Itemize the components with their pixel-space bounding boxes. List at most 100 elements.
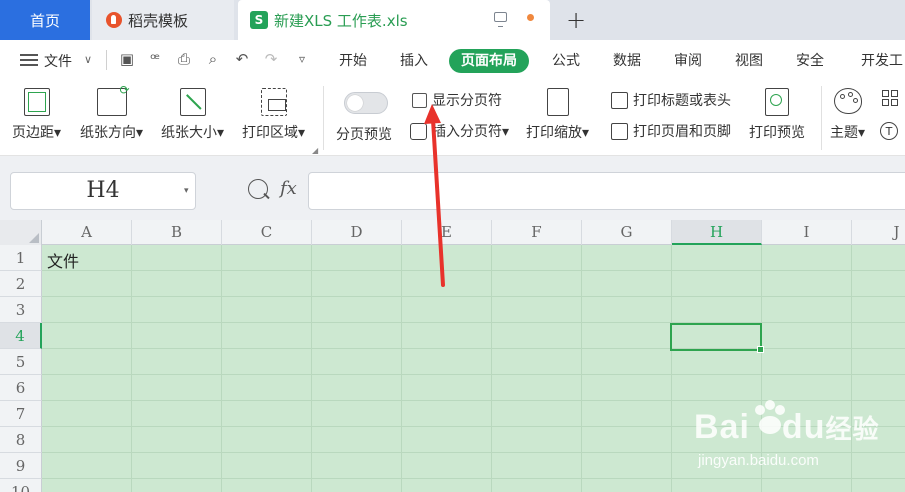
baidu-watermark-logo: Bai du经验 [694, 408, 880, 446]
menu-tab-formulas[interactable]: 公式 [552, 49, 580, 73]
orientation-icon: ⟳ [96, 83, 130, 116]
tab-status-icons [494, 12, 534, 27]
grid-line [42, 296, 905, 297]
row-header-1[interactable]: 1 [0, 245, 42, 271]
monitor-icon[interactable] [494, 12, 507, 27]
select-all-corner[interactable] [0, 220, 42, 245]
theme-label: 主题▾ [830, 125, 866, 141]
row-header-6[interactable]: 6 [0, 375, 42, 401]
column-header-g[interactable]: G [582, 220, 672, 245]
column-header-c[interactable]: C [222, 220, 312, 245]
insert-function-button[interactable]: fx [280, 178, 297, 199]
undo-icon[interactable]: ↶ [233, 50, 251, 68]
colors-grid-icon[interactable] [882, 90, 898, 106]
menu-tab-page-layout[interactable]: 页面布局 [449, 49, 529, 73]
row-header-3[interactable]: 3 [0, 297, 42, 323]
menu-tab-insert[interactable]: 插入 [400, 49, 428, 73]
menu-tab-security[interactable]: 安全 [796, 49, 824, 73]
column-header-h[interactable]: H [672, 220, 762, 245]
page-break-preview-label: 分页预览 [336, 127, 392, 143]
format-painter-icon[interactable]: ꟹ [146, 50, 164, 68]
orientation-button[interactable]: ⟳ 纸张方向▾ [80, 83, 143, 142]
name-box[interactable]: H4 [10, 172, 196, 210]
hamburger-menu-icon[interactable] [20, 54, 38, 66]
print-scaling-button[interactable]: 打印缩放▾ [526, 88, 589, 142]
grid-line [311, 245, 312, 492]
row-header-7[interactable]: 7 [0, 401, 42, 427]
menu-tab-data[interactable]: 数据 [613, 49, 641, 73]
print-titles-icon [611, 91, 628, 109]
header-footer-button[interactable]: 打印页眉和页脚 [611, 121, 731, 141]
spreadsheet-file-icon: S [250, 11, 268, 29]
ribbon-divider [821, 86, 822, 150]
column-header-f[interactable]: F [492, 220, 582, 245]
menu-file[interactable]: 文件 [44, 51, 72, 71]
print-area-button[interactable]: 打印区域▾ [242, 88, 305, 142]
column-header-j[interactable]: J [852, 220, 905, 245]
menu-tab-view[interactable]: 视图 [735, 49, 763, 73]
chevron-down-icon[interactable]: ▾ [184, 186, 189, 196]
print-titles-label: 打印标题或表头 [633, 93, 731, 109]
formula-tools: fx [248, 178, 297, 199]
menu-divider [106, 50, 107, 70]
grid-line [851, 245, 852, 492]
tab-docer-templates[interactable]: 稻壳模板 [92, 0, 234, 40]
column-header-e[interactable]: E [402, 220, 492, 245]
tab-file-label: 新建XLS 工作表.xls [274, 11, 408, 30]
insert-page-break-button[interactable]: 插入分页符▾ [410, 121, 509, 141]
new-tab-plus-icon[interactable]: + [566, 6, 586, 34]
print-area-label: 打印区域▾ [242, 125, 306, 141]
group-expand-icon[interactable]: ◢ [312, 146, 318, 155]
margins-label: 页边距▾ [12, 125, 62, 141]
chevron-down-icon[interactable]: ∨ [84, 53, 92, 66]
menu-tab-developer[interactable]: 开发工 [861, 49, 903, 73]
show-page-breaks-checkbox[interactable]: 显示分页符 [412, 90, 502, 110]
column-header-a[interactable]: A [42, 220, 132, 245]
print-area-icon [260, 88, 287, 116]
lookup-zoom-icon[interactable] [248, 178, 268, 199]
theme-button[interactable]: 主题▾ [830, 88, 865, 142]
row-header-9[interactable]: 9 [0, 453, 42, 479]
margins-button[interactable]: 页边距▾ [12, 88, 61, 142]
grid-line [42, 478, 905, 479]
page-break-preview-toggle[interactable] [344, 92, 388, 114]
print-preview-label: 打印预览 [749, 125, 805, 141]
print-scaling-label: 打印缩放▾ [526, 125, 590, 141]
selected-cell-h4[interactable] [670, 323, 764, 353]
grid-line [581, 245, 582, 492]
row-header-2[interactable]: 2 [0, 271, 42, 297]
menu-tab-review[interactable]: 审阅 [674, 49, 702, 73]
tab-home[interactable]: 首页 [0, 0, 90, 40]
font-theme-icon[interactable]: T [880, 122, 898, 140]
row-header-10[interactable]: 10 [0, 479, 42, 492]
header-footer-label: 打印页眉和页脚 [633, 124, 731, 140]
redo-icon[interactable]: ↷ [262, 50, 280, 68]
tab-home-label: 首页 [29, 11, 60, 30]
row-header-8[interactable]: 8 [0, 427, 42, 453]
checkbox-icon[interactable] [412, 92, 427, 108]
column-header-d[interactable]: D [312, 220, 402, 245]
menu-tab-home[interactable]: 开始 [339, 49, 367, 73]
row-header-4[interactable]: 4 [0, 323, 42, 349]
grid-line [42, 348, 905, 349]
docer-logo-icon [106, 12, 122, 28]
save-icon[interactable]: ▣ [118, 50, 136, 68]
grid-line [491, 245, 492, 492]
column-header-b[interactable]: B [132, 220, 222, 245]
column-header-i[interactable]: I [762, 220, 852, 245]
print-preview-button[interactable]: 打印预览 [749, 88, 805, 142]
tab-docer-label: 稻壳模板 [128, 11, 189, 30]
print-icon[interactable]: ⎙ [175, 50, 193, 68]
print-preview-magnifier-icon [765, 88, 789, 116]
header-footer-icon [611, 122, 628, 140]
print-titles-button[interactable]: 打印标题或表头 [611, 90, 731, 110]
margins-icon [23, 88, 50, 116]
cell-a1[interactable]: 文件 [47, 248, 79, 272]
paper-size-button[interactable]: 纸张大小▾ [161, 88, 224, 142]
print-scaling-icon [546, 88, 569, 116]
row-header-5[interactable]: 5 [0, 349, 42, 375]
print-preview-icon[interactable]: ⌕ [204, 50, 222, 68]
formula-input[interactable] [308, 172, 905, 210]
quick-access-dropdown-icon[interactable]: ▿ [293, 50, 311, 68]
grid-line [671, 245, 672, 492]
